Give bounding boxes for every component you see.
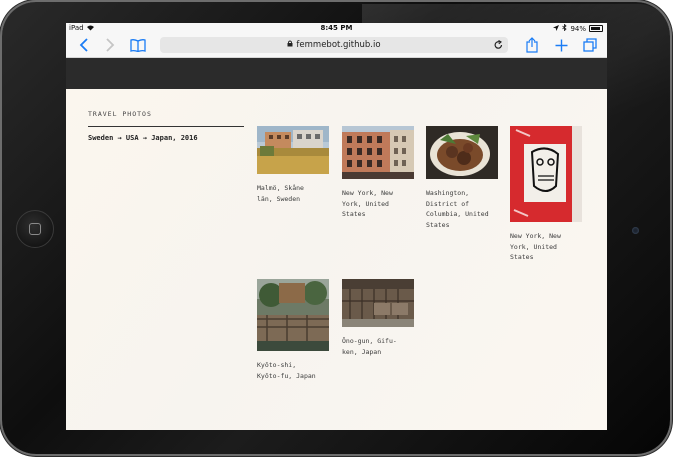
photo-thumbnail[interactable] [426,126,498,179]
camera-icon [632,227,639,234]
sidebar-divider [88,126,244,127]
photo-thumbnail[interactable] [510,126,582,222]
trip-route[interactable]: Sweden → USA → Japan, 2016 [88,134,198,142]
photo-caption: Malmö, Skåne län, Sweden [257,184,304,203]
photo-caption: Kyōto-shi, Kyōto-fu, Japan [257,361,316,380]
url-text: femmebot.github.io [296,40,381,50]
photo-card[interactable]: New York, New York, United States [342,126,414,220]
home-square-icon [29,223,41,235]
photo-thumbnail[interactable] [257,126,329,174]
lock-icon [287,40,293,50]
battery-icon [589,25,603,32]
address-bar[interactable]: femmebot.github.io [160,37,508,53]
back-icon[interactable] [76,37,92,53]
photo-caption: Ōno-gun, Gifu-ken, Japan [342,337,397,356]
photo-thumbnail[interactable] [257,279,329,351]
photo-caption: New York, New York, United States [510,232,561,261]
sidebar-title: TRAVEL PHOTOS [88,110,152,118]
location-icon [553,24,560,33]
new-tab-icon[interactable] [553,37,569,53]
reload-icon[interactable] [494,40,503,53]
site-header-band [66,58,607,89]
photo-thumbnail[interactable] [342,279,414,327]
photo-card[interactable]: Washington, District of Columbia, United… [426,126,498,230]
photo-card[interactable]: Kyōto-shi, Kyōto-fu, Japan [257,279,329,381]
share-icon[interactable] [524,37,540,53]
status-bar: iPad 8:45 PM 94% [66,23,607,34]
status-time: 8:45 PM [320,24,353,32]
photo-caption: New York, New York, United States [342,189,393,218]
forward-icon[interactable] [102,37,118,53]
browser-toolbar: femmebot.github.io [66,34,607,58]
page-content: TRAVEL PHOTOS Sweden → USA → Japan, 2016… [66,89,607,430]
photo-thumbnail[interactable] [342,126,414,179]
tabs-icon[interactable] [582,37,598,53]
screen: iPad 8:45 PM 94% femmebot.github.io TRAV… [66,23,607,430]
bookmarks-icon[interactable] [130,37,146,53]
bluetooth-icon [562,23,568,33]
photo-card[interactable]: Ōno-gun, Gifu-ken, Japan [342,279,414,357]
photo-caption: Washington, District of Columbia, United… [426,189,489,229]
photo-card[interactable]: New York, New York, United States [510,126,582,263]
photo-card[interactable]: Malmö, Skåne län, Sweden [257,126,329,204]
home-button[interactable] [16,210,54,248]
status-right: 94% [553,23,603,33]
battery-percent: 94% [570,24,586,33]
